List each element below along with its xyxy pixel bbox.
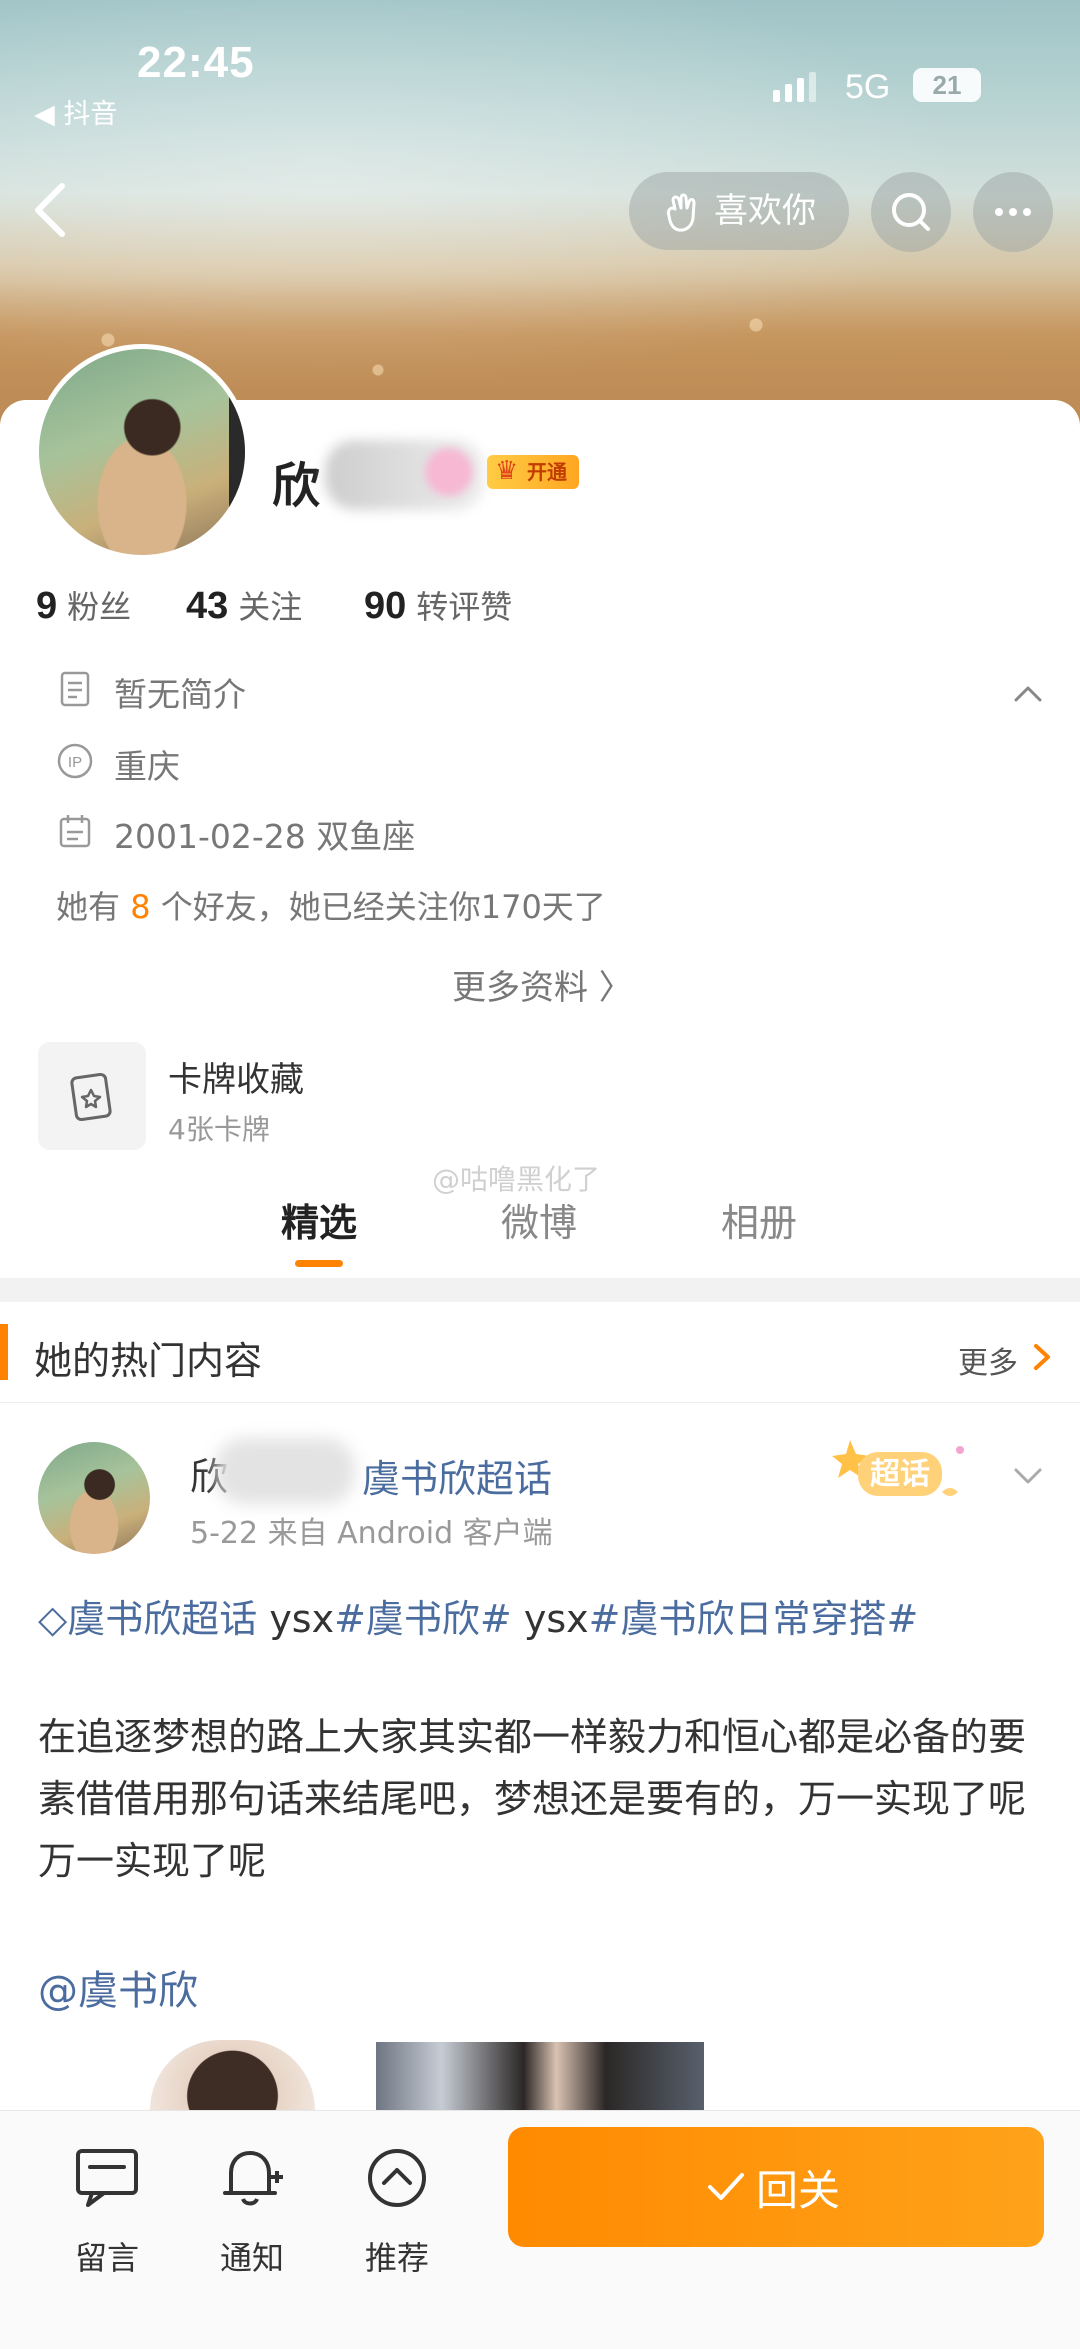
post-tags: ◇虞书欣超话 ysx#虞书欣# ysx#虞书欣日常穿搭# xyxy=(38,1588,918,1643)
recommend-up-icon xyxy=(368,2149,426,2207)
stat-likes-value: 90 xyxy=(364,585,407,627)
stat-following-value: 43 xyxy=(186,585,229,627)
tab-weibo[interactable]: 微博 xyxy=(501,1192,577,1247)
status-time: 22:45 xyxy=(137,38,255,87)
friends-suffix: 个好友，她已经关注你170天了 xyxy=(160,888,606,926)
stat-likes-label: 转评赞 xyxy=(416,588,513,626)
more-options-button[interactable] xyxy=(973,172,1053,252)
supertopic-badge-text: 超话 xyxy=(870,1457,930,1492)
like-you-label: 喜欢你 xyxy=(714,191,816,231)
card-collection-icon-box[interactable] xyxy=(38,1042,146,1150)
profile-tabs: 精选 微博 相册 xyxy=(0,1192,1080,1272)
stat-following-label: 关注 xyxy=(238,588,303,626)
tab-album[interactable]: 相册 xyxy=(721,1192,797,1247)
birthday-text: 2001-02-28 双鱼座 xyxy=(114,817,416,856)
username: 欣 xyxy=(272,458,321,514)
post-supertopic-link[interactable]: 虞书欣超话 xyxy=(362,1448,552,1503)
post-avatar[interactable] xyxy=(38,1442,150,1554)
post-mention-link[interactable]: @虞书欣 xyxy=(38,1958,198,2016)
svg-text:IP: IP xyxy=(68,754,82,771)
bottom-action-bar: 留言 通知 推荐 回关 xyxy=(0,2110,1080,2349)
section-divider xyxy=(0,1278,1080,1302)
stat-fans-value: 9 xyxy=(36,585,58,627)
friends-info[interactable]: 她有 8 个好友，她已经关注你170天了 xyxy=(56,882,606,928)
hand-wave-icon xyxy=(667,193,696,232)
status-bar: 22:45 ◀ 抖音 5G 21 xyxy=(0,0,1080,130)
vip-open-badge[interactable]: 开通 xyxy=(487,454,579,489)
post-image-1[interactable] xyxy=(150,2040,315,2110)
follow-back-label: 回关 xyxy=(756,2166,841,2215)
friends-count: 8 xyxy=(130,888,151,926)
back-to-app-link[interactable]: ◀ 抖音 xyxy=(34,92,117,131)
tag-daily-outfit[interactable]: #虞书欣日常穿搭# xyxy=(589,1597,919,1641)
post-image-2[interactable] xyxy=(376,2042,704,2112)
hot-more-link[interactable]: 更多 xyxy=(958,1338,1018,1382)
card-collection-count: 4张卡牌 xyxy=(168,1113,270,1146)
more-info-link[interactable]: 更多资料 〉 xyxy=(452,960,633,1009)
message-label: 留言 xyxy=(74,2239,139,2277)
stat-fans[interactable]: 9 粉丝 xyxy=(36,582,131,628)
tag-supertopic[interactable]: ◇虞书欣超话 xyxy=(38,1597,257,1641)
post-author-blur-mask xyxy=(215,1438,355,1504)
tab-featured[interactable]: 精选 xyxy=(281,1192,357,1247)
recommend-label: 推荐 xyxy=(364,2239,429,2277)
ip-location-icon: IP xyxy=(57,743,93,779)
search-icon xyxy=(892,193,930,231)
like-you-button[interactable]: 喜欢你 xyxy=(629,172,849,250)
friends-prefix: 她有 xyxy=(56,888,121,926)
hot-content-header: 她的热门内容 更多 xyxy=(0,1302,1080,1403)
notify-label: 通知 xyxy=(219,2239,284,2277)
follow-back-button[interactable]: 回关 xyxy=(508,2127,1044,2247)
chevron-down-icon[interactable] xyxy=(1010,1458,1046,1494)
stat-fans-label: 粉丝 xyxy=(67,588,132,626)
card-star-icon xyxy=(70,1072,112,1122)
signal-icon xyxy=(773,72,821,102)
tag-yushuxin[interactable]: #虞书欣# xyxy=(334,1597,512,1641)
post-meta: 5-22 来自 Android 客户端 xyxy=(190,1516,553,1551)
tab-active-indicator xyxy=(295,1260,343,1267)
check-icon xyxy=(708,2173,744,2200)
battery-icon: 21 xyxy=(913,68,981,102)
hot-content-title: 她的热门内容 xyxy=(34,1339,263,1383)
search-button[interactable] xyxy=(871,172,951,252)
bell-plus-icon xyxy=(223,2151,283,2206)
stat-following[interactable]: 43 关注 xyxy=(186,582,302,628)
hot-accent-bar xyxy=(0,1324,8,1380)
back-arrow-icon xyxy=(35,183,65,237)
supertopic-badge: 超话 xyxy=(832,1440,964,1496)
avatar[interactable] xyxy=(34,344,250,560)
chevron-right-icon[interactable] xyxy=(1030,1340,1054,1374)
message-icon xyxy=(76,2149,138,2207)
tag-text-ysx-2: ysx xyxy=(511,1597,589,1641)
document-icon xyxy=(60,671,90,707)
ip-location-text: 重庆 xyxy=(114,747,180,786)
calendar-icon xyxy=(59,815,91,848)
tag-text-ysx-1: ysx xyxy=(257,1597,335,1641)
stat-likes[interactable]: 90 转评赞 xyxy=(364,582,512,628)
card-collection-title[interactable]: 卡牌收藏 xyxy=(168,1052,304,1101)
bio-text: 暂无简介 xyxy=(114,675,246,714)
post-body: 在追逐梦想的路上大家其实都一样毅力和恒心都是必备的要素借借用那句话来结尾吧，梦想… xyxy=(38,1715,1027,1883)
more-dots-icon xyxy=(995,208,1031,216)
network-type: 5G xyxy=(845,68,891,106)
chevron-up-icon[interactable] xyxy=(1010,676,1046,712)
back-button[interactable] xyxy=(22,172,78,248)
name-blur-pink xyxy=(425,448,473,496)
